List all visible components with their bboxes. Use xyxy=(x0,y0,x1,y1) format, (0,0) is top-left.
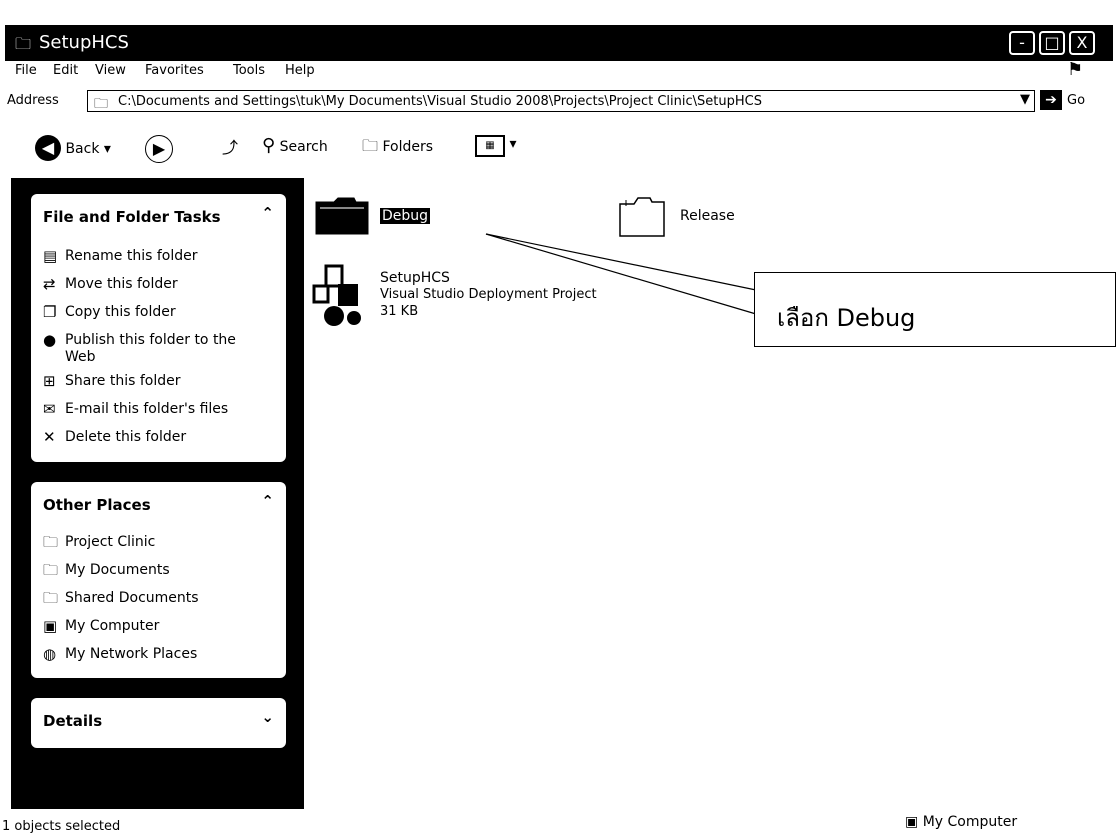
task-email[interactable]: ✉ E-mail this folder's files xyxy=(43,401,273,418)
file-name: SetupHCS xyxy=(380,270,450,286)
address-label: Address xyxy=(7,93,59,108)
place-project-clinic[interactable]: 🗀 Project Clinic xyxy=(43,534,273,551)
documents-icon: 🗀 xyxy=(43,561,59,579)
go-button[interactable]: Go xyxy=(1067,93,1085,108)
task-rename[interactable]: ▤ Rename this folder xyxy=(43,248,273,265)
forward-arrow-icon: ▶ xyxy=(145,135,173,163)
search-label: Search xyxy=(279,139,328,155)
file-size: 31 KB xyxy=(380,304,419,319)
status-selection: 1 objects selected xyxy=(2,819,121,834)
close-button[interactable]: X xyxy=(1069,31,1095,55)
windows-logo-icon: ⚑ xyxy=(1067,59,1084,80)
panel-title: Other Places xyxy=(43,496,151,514)
task-pane: File and Folder Tasks ⌃ ▤ Rename this fol… xyxy=(11,178,304,809)
delete-icon: ✕ xyxy=(43,428,56,446)
task-copy[interactable]: ❐ Copy this folder xyxy=(43,304,273,321)
folder-name: Debug xyxy=(380,208,431,224)
file-folder-tasks-panel: File and Folder Tasks ⌃ ▤ Rename this fol… xyxy=(31,194,286,462)
minimize-button[interactable]: - xyxy=(1009,31,1035,55)
task-move[interactable]: ⇄ Move this folder xyxy=(43,276,273,293)
collapse-icon[interactable]: ⌃ xyxy=(261,492,274,510)
back-arrow-icon: ◀ xyxy=(35,135,61,161)
folder-icon: 🗀 xyxy=(43,589,59,607)
folder-icon xyxy=(619,197,665,237)
status-bar: 1 objects selected ▣ My Computer xyxy=(0,809,1117,836)
folder-name: Release xyxy=(680,208,735,224)
back-button[interactable]: ◀ Back ▾ xyxy=(35,135,111,161)
menu-view[interactable]: View xyxy=(95,63,126,78)
status-zone: ▣ My Computer xyxy=(905,814,1017,830)
network-icon: ◍ xyxy=(43,645,57,663)
computer-icon: ▣ xyxy=(905,814,919,830)
folder-icon xyxy=(315,197,369,235)
forward-button[interactable]: ▶ xyxy=(145,135,173,163)
rename-icon: ▤ xyxy=(43,247,58,265)
window-title: SetupHCS xyxy=(39,32,129,53)
title-bar: 🗀 SetupHCS - □ X xyxy=(5,25,1113,61)
folders-label: Folders xyxy=(382,139,434,155)
panel-title: Details xyxy=(43,712,103,730)
expand-icon[interactable]: ⌄ xyxy=(261,708,274,726)
menu-bar: File Edit View Favorites Tools Help ⚑ xyxy=(5,59,1113,85)
place-my-computer[interactable]: ▣ My Computer xyxy=(43,618,273,635)
menu-file[interactable]: File xyxy=(15,63,37,78)
toolbar: ◀ Back ▾ ▶ ⤴ ⚲ Search 🗀 Folders ▦ ▾ xyxy=(5,125,1113,171)
menu-tools[interactable]: Tools xyxy=(233,63,265,78)
publish-icon: ● xyxy=(43,331,57,349)
search-icon: ⚲ xyxy=(262,135,276,156)
share-icon: ⊞ xyxy=(43,372,56,390)
task-publish[interactable]: ● Publish this folder to the Web xyxy=(43,332,273,366)
details-panel: Details ⌄ xyxy=(31,698,286,748)
address-input[interactable]: 🗀 C:\Documents and Settings\tuk\My Docum… xyxy=(87,90,1035,112)
folders-button[interactable]: 🗀 Folders xyxy=(362,135,433,162)
menu-help[interactable]: Help xyxy=(285,63,315,78)
copy-icon: ❐ xyxy=(43,303,57,321)
up-folder-icon: ⤴ xyxy=(221,138,238,157)
computer-icon: ▣ xyxy=(43,617,58,635)
go-arrow-icon[interactable]: ➔ xyxy=(1040,90,1062,110)
chevron-down-icon: ▾ xyxy=(509,136,517,152)
search-button[interactable]: ⚲ Search xyxy=(262,135,328,156)
views-button[interactable]: ▦ ▾ xyxy=(475,135,516,157)
status-zone-label: My Computer xyxy=(922,814,1018,830)
up-folder-button[interactable]: ⤴ xyxy=(217,135,243,161)
place-my-network[interactable]: ◍ My Network Places xyxy=(43,646,273,663)
address-bar: Address 🗀 C:\Documents and Settings\tuk\… xyxy=(5,87,1113,117)
move-icon: ⇄ xyxy=(43,275,56,293)
panel-title: File and Folder Tasks xyxy=(43,208,221,226)
callout-text: เลือก Debug xyxy=(777,304,916,332)
chevron-down-icon[interactable]: ▼ xyxy=(1020,92,1030,107)
place-my-documents[interactable]: 🗀 My Documents xyxy=(43,562,273,579)
task-share[interactable]: ⊞ Share this folder xyxy=(43,373,273,390)
setup-project-icon xyxy=(312,264,361,326)
address-path[interactable]: C:\Documents and Settings\tuk\My Documen… xyxy=(118,94,762,109)
back-label: Back xyxy=(65,141,100,157)
views-icon: ▦ xyxy=(475,135,505,157)
folder-icon: 🗀 xyxy=(43,533,59,551)
collapse-icon[interactable]: ⌃ xyxy=(261,204,274,222)
folder-icon: 🗀 xyxy=(94,96,108,112)
task-delete[interactable]: ✕ Delete this folder xyxy=(43,429,273,446)
chevron-down-icon: ▾ xyxy=(103,141,111,157)
file-type: Visual Studio Deployment Project xyxy=(380,287,597,302)
folders-icon: 🗀 xyxy=(362,136,379,155)
menu-favorites[interactable]: Favorites xyxy=(145,63,204,78)
other-places-panel: Other Places ⌃ 🗀 Project Clinic 🗀 My Docum… xyxy=(31,482,286,678)
email-icon: ✉ xyxy=(43,400,56,418)
annotation-callout: เลือก Debug xyxy=(754,272,1116,347)
folder-icon: 🗀 xyxy=(15,34,32,53)
menu-edit[interactable]: Edit xyxy=(53,63,78,78)
place-shared-documents[interactable]: 🗀 Shared Documents xyxy=(43,590,273,607)
maximize-button[interactable]: □ xyxy=(1039,31,1065,55)
